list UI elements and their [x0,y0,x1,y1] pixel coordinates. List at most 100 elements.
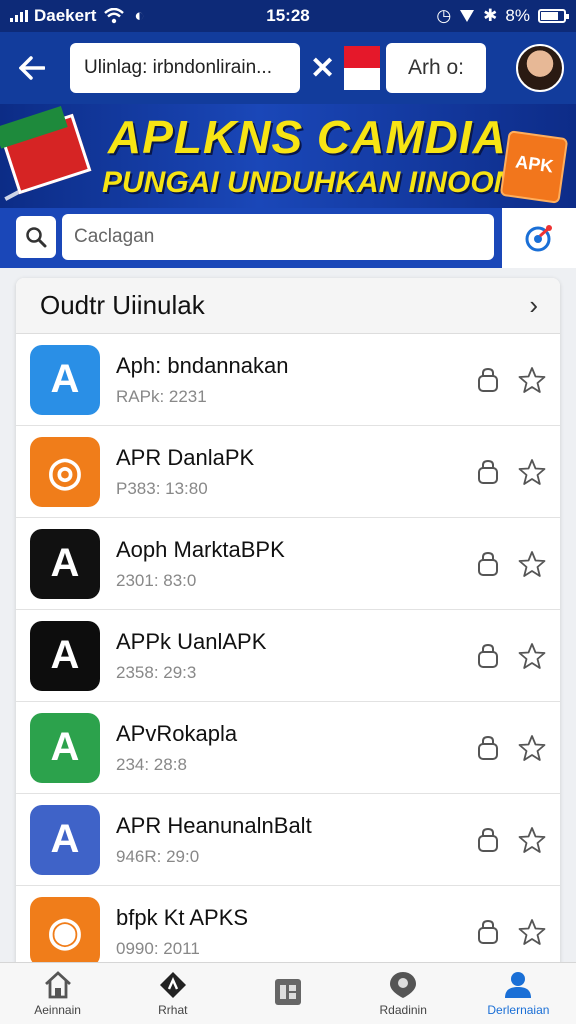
apk-button[interactable]: Arh o: [386,43,486,93]
close-icon[interactable]: ✕ [310,51,338,86]
app-glyph: ◉ [47,909,83,954]
search-icon [26,227,47,248]
target-icon [525,225,552,252]
apk-label: Arh o: [407,56,465,79]
flag-icon [344,46,380,90]
app-info: 0990: 2011 [116,938,200,958]
app-icon: A [30,620,100,691]
bluetooth-icon: ✱ [483,6,498,25]
carrier-label: Daekert [34,6,97,25]
app-name: Aoph MarktaBPK [116,536,285,562]
app-meta: Aph: bndannakan RAPk: 2231 [116,353,476,407]
nav-home[interactable]: Aeinnain [0,963,115,1024]
wifi-icon [104,8,125,24]
download-bag-icon[interactable] [476,735,500,761]
list-item[interactable]: A Aoph MarktaBPK 2301: 83:0 [16,518,560,610]
download-bag-icon[interactable] [476,459,500,485]
list-item[interactable]: ◎ APR DanlaPK P383: 13:80 [16,426,560,518]
gift-box-icon [0,106,92,195]
app-glyph: A [50,725,80,769]
app-meta: APPk UanlAPK 2358: 29:3 [116,629,476,683]
apk-icon [159,972,186,998]
app-glyph: A [50,541,80,585]
app-info: 2358: 29:3 [116,662,197,682]
nav-label: Rdadinin [379,1003,427,1017]
search-button[interactable] [16,216,56,258]
star-icon[interactable] [518,642,546,670]
app-info: 946R: 29:0 [116,846,200,866]
chevron-right-icon: › [529,290,538,320]
signal-triangle-icon [460,10,475,22]
banner-subtitle: PUNGAI UNDUHKAN IINOONAII [102,166,554,199]
app-info: RAPk: 2231 [116,386,207,406]
app-name: APR HeanunalnBalt [116,812,312,838]
avatar[interactable] [516,44,564,92]
top-bar: Ulinlag: irbndonlirain... ✕ Arh o: [0,32,576,104]
app-name: bfpk Kt APKS [116,904,249,930]
app-icon: A [30,344,100,415]
alarm-icon: ◷ [436,6,452,25]
nav-grid[interactable] [230,963,345,1024]
download-bag-icon[interactable] [476,919,500,945]
app-name: APvRokapla [116,720,238,746]
status-bar: Daekert ◐ 15:28 ◷ ✱ 8% [0,0,576,32]
app-icon: A [30,528,100,599]
download-bag-icon[interactable] [476,551,500,577]
sync-icon: ◐ [134,6,145,25]
home-icon [44,971,71,999]
app-list: Oudtr Uiinulak › A Aph: bndannakan RAPk: 2… [16,278,560,978]
star-icon[interactable] [518,366,546,394]
download-bag-icon[interactable] [476,643,500,669]
star-icon[interactable] [518,458,546,486]
search-input[interactable] [62,214,494,260]
app-icon: ◉ [30,896,100,967]
nav-badge[interactable]: Rdadinin [346,963,461,1024]
app-info: P383: 13:80 [116,478,208,498]
list-header[interactable]: Oudtr Uiinulak › [16,278,560,334]
app-meta: Aoph MarktaBPK 2301: 83:0 [116,537,476,591]
nav-label: Aeinnain [34,1003,81,1017]
nav-label: Derlernaian [487,1003,550,1017]
promo-banner[interactable]: APLKNS CAMDIA PUNGAI UNDUHKAN IINOONAII … [0,104,576,208]
app-glyph: A [50,817,80,861]
star-icon[interactable] [518,918,546,946]
url-text: Ulinlag: irbndonlirain... [84,57,272,78]
app-icon: A [30,712,100,783]
app-icon: ◎ [30,436,100,507]
app-meta: APR HeanunalnBalt 946R: 29:0 [116,813,476,867]
app-info: 234: 28:8 [116,754,187,774]
nav-profile[interactable]: Derlernaian [461,963,576,1024]
bottom-nav: Aeinnain Rrhat Rdadinin Derlernaian [0,962,576,1024]
battery-icon [538,9,569,23]
download-bag-icon[interactable] [476,827,500,853]
app-glyph: A [50,633,80,677]
url-field[interactable]: Ulinlag: irbndonlirain... [70,43,300,93]
download-bag-icon[interactable] [476,367,500,393]
search-bar [0,208,576,268]
app-meta: bfpk Kt APKS 0990: 2011 [116,905,476,959]
apk-box-icon: APK [499,130,569,204]
list-title: Oudtr Uiinulak [40,290,205,320]
scan-button[interactable] [502,208,576,268]
signal-icon [10,10,28,22]
star-icon[interactable] [518,550,546,578]
list-item[interactable]: A APR HeanunalnBalt 946R: 29:0 [16,794,560,886]
app-glyph: A [50,357,80,401]
app-name: APR DanlaPK [116,444,255,470]
list-item[interactable]: A APPk UanlAPK 2358: 29:3 [16,610,560,702]
back-button[interactable] [12,48,52,88]
list-item[interactable]: A Aph: bndannakan RAPk: 2231 [16,334,560,426]
clock: 15:28 [266,6,310,25]
app-glyph: ◎ [47,449,83,494]
back-arrow-icon [19,56,45,80]
nav-label: Rrhat [158,1003,188,1017]
star-icon[interactable] [518,826,546,854]
app-meta: APR DanlaPK P383: 13:80 [116,445,476,499]
list-item[interactable]: A APvRokapla 234: 28:8 [16,702,560,794]
nav-apk[interactable]: Rrhat [115,963,230,1024]
app-name: APPk UanlAPK [116,628,267,654]
grid-icon [275,979,301,1005]
star-icon[interactable] [518,734,546,762]
apk-box-label: APK [514,151,555,177]
badge-icon [390,972,417,998]
